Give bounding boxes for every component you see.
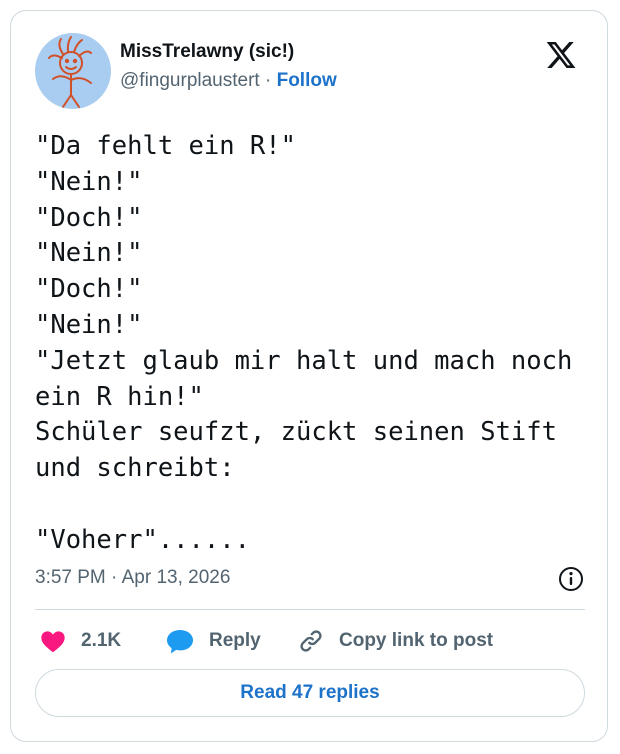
follow-button[interactable]: Follow bbox=[277, 70, 337, 91]
like-count: 2.1K bbox=[81, 630, 122, 651]
copy-link-button[interactable]: Copy link to post bbox=[297, 623, 493, 659]
handle-row: @fingurplaustert · Follow bbox=[120, 67, 337, 95]
reply-label: Reply bbox=[209, 630, 261, 651]
info-icon[interactable] bbox=[557, 565, 585, 593]
x-logo-icon[interactable] bbox=[545, 39, 577, 71]
read-replies-button[interactable]: Read 47 replies bbox=[35, 669, 585, 717]
action-bar: 2.1K Reply Copy link to post bbox=[35, 623, 585, 659]
reply-button[interactable]: Reply bbox=[165, 623, 261, 659]
display-name[interactable]: MissTrelawny (sic!) bbox=[120, 39, 337, 65]
avatar[interactable] bbox=[35, 33, 111, 109]
like-button[interactable]: 2.1K bbox=[39, 623, 121, 659]
stick-figure-avatar-icon bbox=[48, 36, 92, 108]
timestamp[interactable]: 3:57 PM · Apr 13, 2026 bbox=[35, 567, 230, 589]
link-icon bbox=[300, 630, 322, 652]
tweet-header: MissTrelawny (sic!) @fingurplaustert · F… bbox=[35, 33, 585, 109]
reply-bubble-icon bbox=[167, 630, 193, 654]
copy-link-label: Copy link to post bbox=[339, 630, 494, 651]
user-info: MissTrelawny (sic!) @fingurplaustert · F… bbox=[120, 39, 337, 95]
tweet-meta: 3:57 PM · Apr 13, 2026 bbox=[35, 565, 585, 595]
divider bbox=[35, 609, 585, 610]
user-handle[interactable]: @fingurplaustert bbox=[120, 70, 260, 91]
heart-icon bbox=[41, 631, 65, 653]
tweet-embed-card: MissTrelawny (sic!) @fingurplaustert · F… bbox=[10, 10, 608, 742]
separator-dot: · bbox=[264, 70, 272, 91]
tweet-text: "Da fehlt ein R!" "Nein!" "Doch!" "Nein!… bbox=[35, 131, 573, 555]
